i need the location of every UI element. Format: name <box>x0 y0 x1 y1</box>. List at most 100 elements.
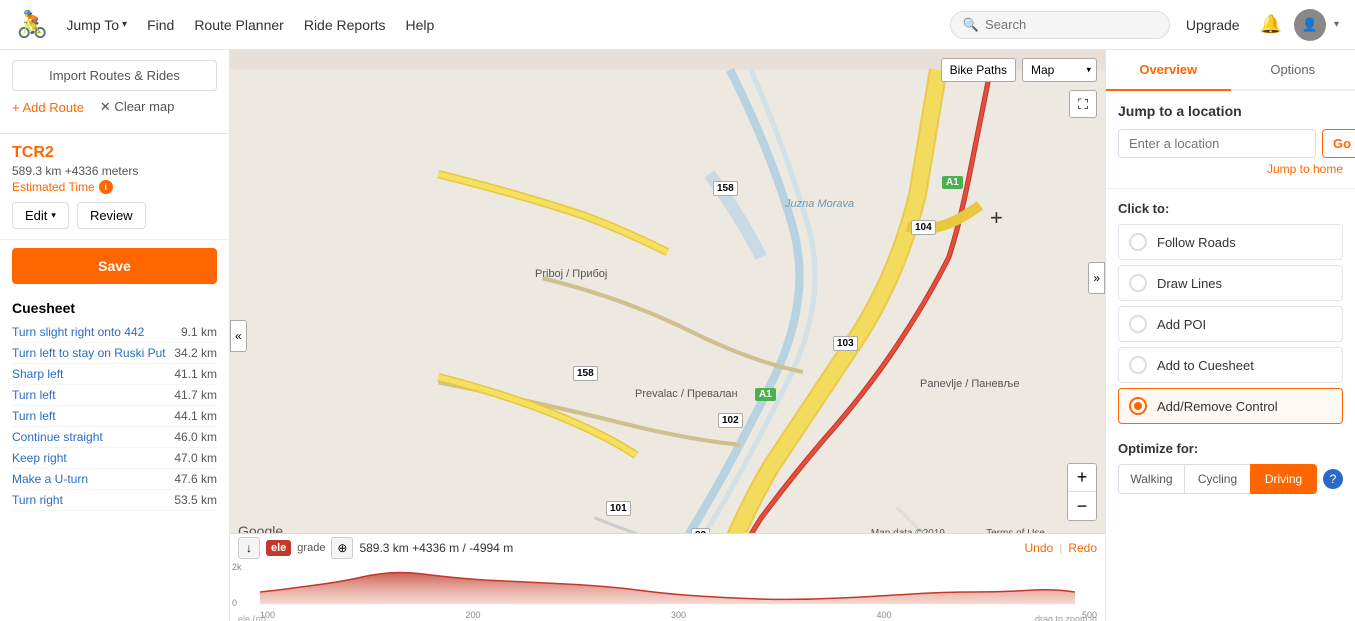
zoom-in-button[interactable]: + <box>1068 464 1096 492</box>
elevation-chart[interactable]: 2k 0 100 200 <box>230 562 1105 621</box>
cue-row: Turn left to stay on Ruski Put 34.2 km <box>12 343 217 364</box>
nav-ride-reports[interactable]: Ride Reports <box>298 17 392 33</box>
tab-overview[interactable]: Overview <box>1106 50 1231 91</box>
location-input[interactable] <box>1118 129 1316 158</box>
nav-help[interactable]: Help <box>400 17 441 33</box>
ele-y-top: 2k <box>232 562 242 572</box>
cue-row: Make a U-turn 47.6 km <box>12 469 217 490</box>
add-remove-control-label: Add/Remove Control <box>1157 399 1278 414</box>
right-panel: Overview Options Jump to a location Go J… <box>1105 50 1355 621</box>
bell-icon[interactable]: 🔔 <box>1256 14 1286 35</box>
click-to-section: Click to: Follow Roads Draw Lines Add PO… <box>1106 189 1355 441</box>
cue-instruction[interactable]: Turn left <box>12 409 166 423</box>
redo-button[interactable]: Redo <box>1068 541 1097 555</box>
clear-map-button[interactable]: ✕ Clear map <box>100 99 174 115</box>
cue-instruction[interactable]: Turn left to stay on Ruski Put <box>12 346 166 360</box>
save-button[interactable]: Save <box>12 248 217 284</box>
cue-distance: 41.1 km <box>174 367 217 381</box>
add-poi-label: Add POI <box>1157 317 1206 332</box>
jump-section-title: Jump to a location <box>1118 103 1343 119</box>
help-circle-icon[interactable]: ? <box>1323 469 1343 489</box>
draw-lines-option[interactable]: Draw Lines <box>1118 265 1343 301</box>
avatar[interactable]: 👤 <box>1294 9 1326 41</box>
import-button[interactable]: Import Routes & Rides <box>12 60 217 91</box>
ele-zoom-button[interactable]: ⊕ <box>331 537 353 559</box>
cue-distance: 47.0 km <box>174 451 217 465</box>
collapse-left-button[interactable]: « <box>230 320 247 352</box>
nav-jump-to[interactable]: Jump To ▾ <box>60 17 133 33</box>
search-input[interactable] <box>985 17 1157 32</box>
ele-download-button[interactable]: ↓ <box>238 537 260 559</box>
cue-row: Sharp left 41.1 km <box>12 364 217 385</box>
cue-instruction[interactable]: Sharp left <box>12 367 166 381</box>
map-type-wrapper: Map Satellite Terrain ▾ <box>1022 58 1097 82</box>
fullscreen-button[interactable]: ⛶ <box>1069 90 1097 118</box>
edit-button[interactable]: Edit ▾ <box>12 202 69 229</box>
search-icon: 🔍 <box>963 17 979 33</box>
walking-button[interactable]: Walking <box>1118 464 1184 494</box>
search-bar: 🔍 <box>950 11 1170 39</box>
add-cuesheet-option[interactable]: Add to Cuesheet <box>1118 347 1343 383</box>
cuesheet-title: Cuesheet <box>12 300 217 316</box>
cuesheet: Cuesheet Turn slight right onto 442 9.1 … <box>0 292 229 519</box>
optimize-buttons: Walking Cycling Driving <box>1118 464 1317 494</box>
bike-paths-badge[interactable]: Bike Paths <box>941 58 1016 82</box>
add-remove-control-option[interactable]: Add/Remove Control <box>1118 388 1343 424</box>
cue-instruction[interactable]: Turn right <box>12 493 166 507</box>
cue-instruction[interactable]: Turn slight right onto 442 <box>12 325 173 339</box>
left-sidebar: Import Routes & Rides + Add Route ✕ Clea… <box>0 50 230 621</box>
cue-instruction[interactable]: Keep right <box>12 451 166 465</box>
cue-distance: 9.1 km <box>181 325 217 339</box>
estimated-time[interactable]: Estimated Time i <box>12 180 217 194</box>
cue-distance: 41.7 km <box>174 388 217 402</box>
route-name: TCR2 <box>12 144 217 162</box>
user-menu-chevron[interactable]: ▾ <box>1334 19 1339 30</box>
cue-row: Continue straight 46.0 km <box>12 427 217 448</box>
right-panel-scrollbar[interactable] <box>1349 506 1355 621</box>
cue-row: Turn right 53.5 km <box>12 490 217 511</box>
click-to-title: Click to: <box>1118 201 1343 216</box>
info-icon: i <box>99 180 113 194</box>
zoom-controls: + − <box>1067 463 1097 521</box>
jump-home-link[interactable]: Jump to home <box>1118 162 1343 176</box>
cue-distance: 34.2 km <box>174 346 217 360</box>
ele-dist-hint: drag to zoom in <box>1035 614 1097 621</box>
right-tabs: Overview Options <box>1106 50 1355 91</box>
undo-button[interactable]: Undo <box>1025 541 1054 555</box>
add-poi-option[interactable]: Add POI <box>1118 306 1343 342</box>
main-area: Import Routes & Rides + Add Route ✕ Clea… <box>0 50 1355 621</box>
ele-axis-label: ele (m) <box>238 614 266 621</box>
cue-row: Turn slight right onto 442 9.1 km <box>12 322 217 343</box>
top-nav: 🚴 Jump To ▾ Find Route Planner Ride Repo… <box>0 0 1355 50</box>
chevron-down-icon: ▾ <box>122 19 127 30</box>
logo-icon[interactable]: 🚴 <box>16 9 48 40</box>
nav-find[interactable]: Find <box>141 17 180 33</box>
cue-distance: 53.5 km <box>174 493 217 507</box>
map-top-controls: Bike Paths Map Satellite Terrain ▾ <box>230 58 1105 82</box>
ele-stats: 589.3 km +4336 m / -4994 m <box>359 541 513 555</box>
cue-instruction[interactable]: Make a U-turn <box>12 472 166 486</box>
cycling-button[interactable]: Cycling <box>1184 464 1250 494</box>
ele-badge: ele <box>266 540 291 556</box>
ele-y-bottom: 0 <box>232 598 237 608</box>
elevation-panel: ↓ ele grade ⊕ 589.3 km +4336 m / -4994 m… <box>230 533 1105 621</box>
add-route-button[interactable]: + Add Route <box>12 100 84 115</box>
cue-instruction[interactable]: Continue straight <box>12 430 166 444</box>
add-poi-radio <box>1129 315 1147 333</box>
follow-roads-option[interactable]: Follow Roads <box>1118 224 1343 260</box>
zoom-out-button[interactable]: − <box>1068 492 1096 520</box>
draw-lines-radio <box>1129 274 1147 292</box>
map-type-select[interactable]: Map Satellite Terrain <box>1022 58 1097 82</box>
cue-instruction[interactable]: Turn left <box>12 388 166 402</box>
review-button[interactable]: Review <box>77 202 146 229</box>
nav-route-planner[interactable]: Route Planner <box>188 17 290 33</box>
cue-row: Turn left 44.1 km <box>12 406 217 427</box>
tab-options[interactable]: Options <box>1231 50 1355 91</box>
go-button[interactable]: Go <box>1322 129 1355 158</box>
upgrade-button[interactable]: Upgrade <box>1178 17 1248 33</box>
collapse-right-button[interactable]: » <box>1088 262 1105 294</box>
cue-row: Turn left 41.7 km <box>12 385 217 406</box>
add-cuesheet-radio <box>1129 356 1147 374</box>
driving-button[interactable]: Driving <box>1250 464 1317 494</box>
map-container[interactable]: Priboj / Прибој Juzna Morava Prevalac / … <box>230 50 1105 621</box>
